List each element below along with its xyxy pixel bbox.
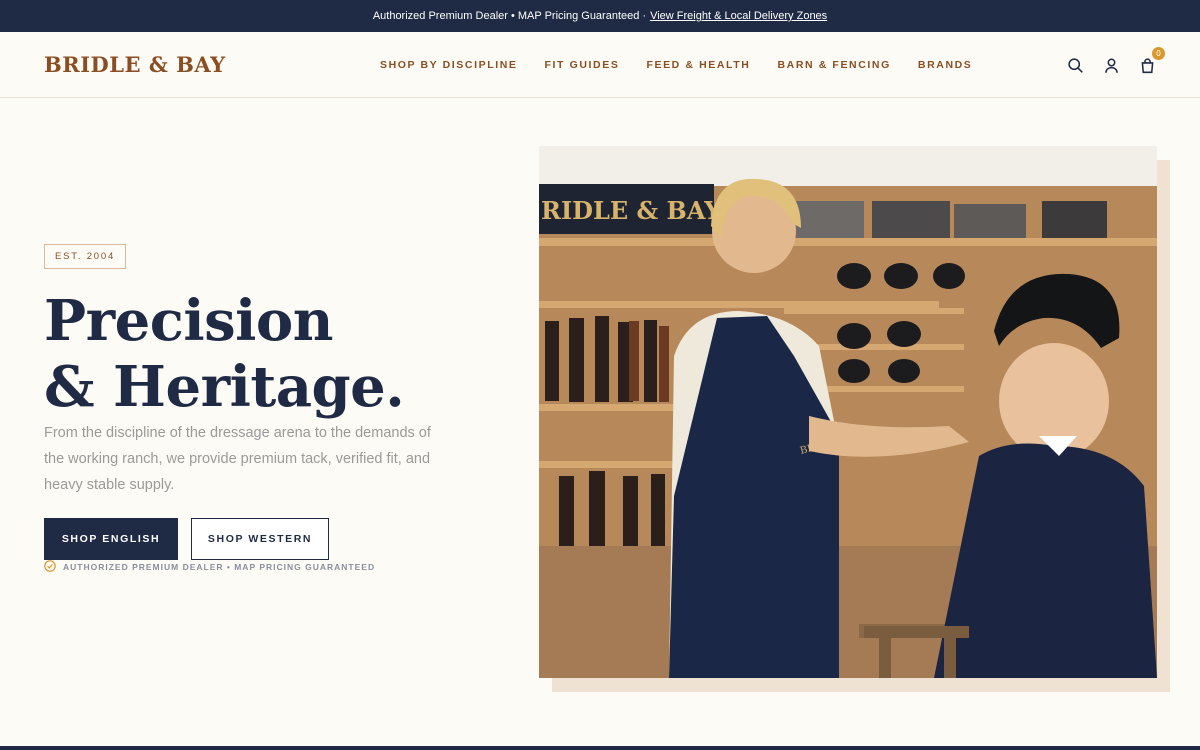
header-icons: 0 <box>1066 32 1165 98</box>
dealer-note-text: AUTHORIZED PREMIUM DEALER • MAP PRICING … <box>63 562 376 572</box>
hero-section: EST. 2004 Precision & Heritage. From the… <box>0 98 1200 748</box>
hero-subcopy: From the discipline of the dressage aren… <box>44 425 431 493</box>
shop-english-button[interactable]: SHOP ENGLISH <box>44 518 178 560</box>
shop-western-button[interactable]: SHOP WESTERN <box>191 518 329 560</box>
nav-item-shop-by-discipline[interactable]: SHOP BY DISCIPLINE <box>380 59 518 71</box>
main-nav: SHOP BY DISCIPLINE FIT GUIDES FEED & HEA… <box>380 32 972 98</box>
brand-logo[interactable]: BRIDLE & BAY <box>44 52 226 77</box>
cart-count-badge: 0 <box>1152 47 1165 60</box>
hero-photo: RIDLE & BAY <box>539 146 1157 678</box>
announcement-text: Authorized Premium Dealer • MAP Pricing … <box>372 10 647 22</box>
nav-item-fit-guides[interactable]: FIT GUIDES <box>545 59 620 71</box>
hero-headline: Precision & Heritage. <box>44 288 405 420</box>
search-icon[interactable] <box>1066 56 1084 74</box>
shopping-bag-icon[interactable]: 0 <box>1138 47 1165 74</box>
site-header: BRIDLE & BAY SHOP BY DISCIPLINE FIT GUID… <box>0 32 1200 98</box>
nav-item-feed-health[interactable]: FEED & HEALTH <box>646 59 750 71</box>
bottom-divider <box>0 746 1200 750</box>
announcement-bar: Authorized Premium Dealer • MAP Pricing … <box>0 0 1200 32</box>
check-circle-icon <box>44 560 56 574</box>
est-badge: EST. 2004 <box>44 244 127 269</box>
store-sign-text: RIDLE & BAY <box>541 196 722 225</box>
nav-item-barn-fencing[interactable]: BARN & FENCING <box>777 59 890 71</box>
headline-line-2: & Heritage. <box>44 354 405 420</box>
dealer-note: AUTHORIZED PREMIUM DEALER • MAP PRICING … <box>44 560 375 574</box>
nav-item-brands[interactable]: BRANDS <box>918 59 973 71</box>
delivery-zones-link[interactable]: View Freight & Local Delivery Zones <box>650 10 827 22</box>
headline-line-1: Precision <box>44 288 333 354</box>
user-icon[interactable] <box>1102 56 1120 74</box>
